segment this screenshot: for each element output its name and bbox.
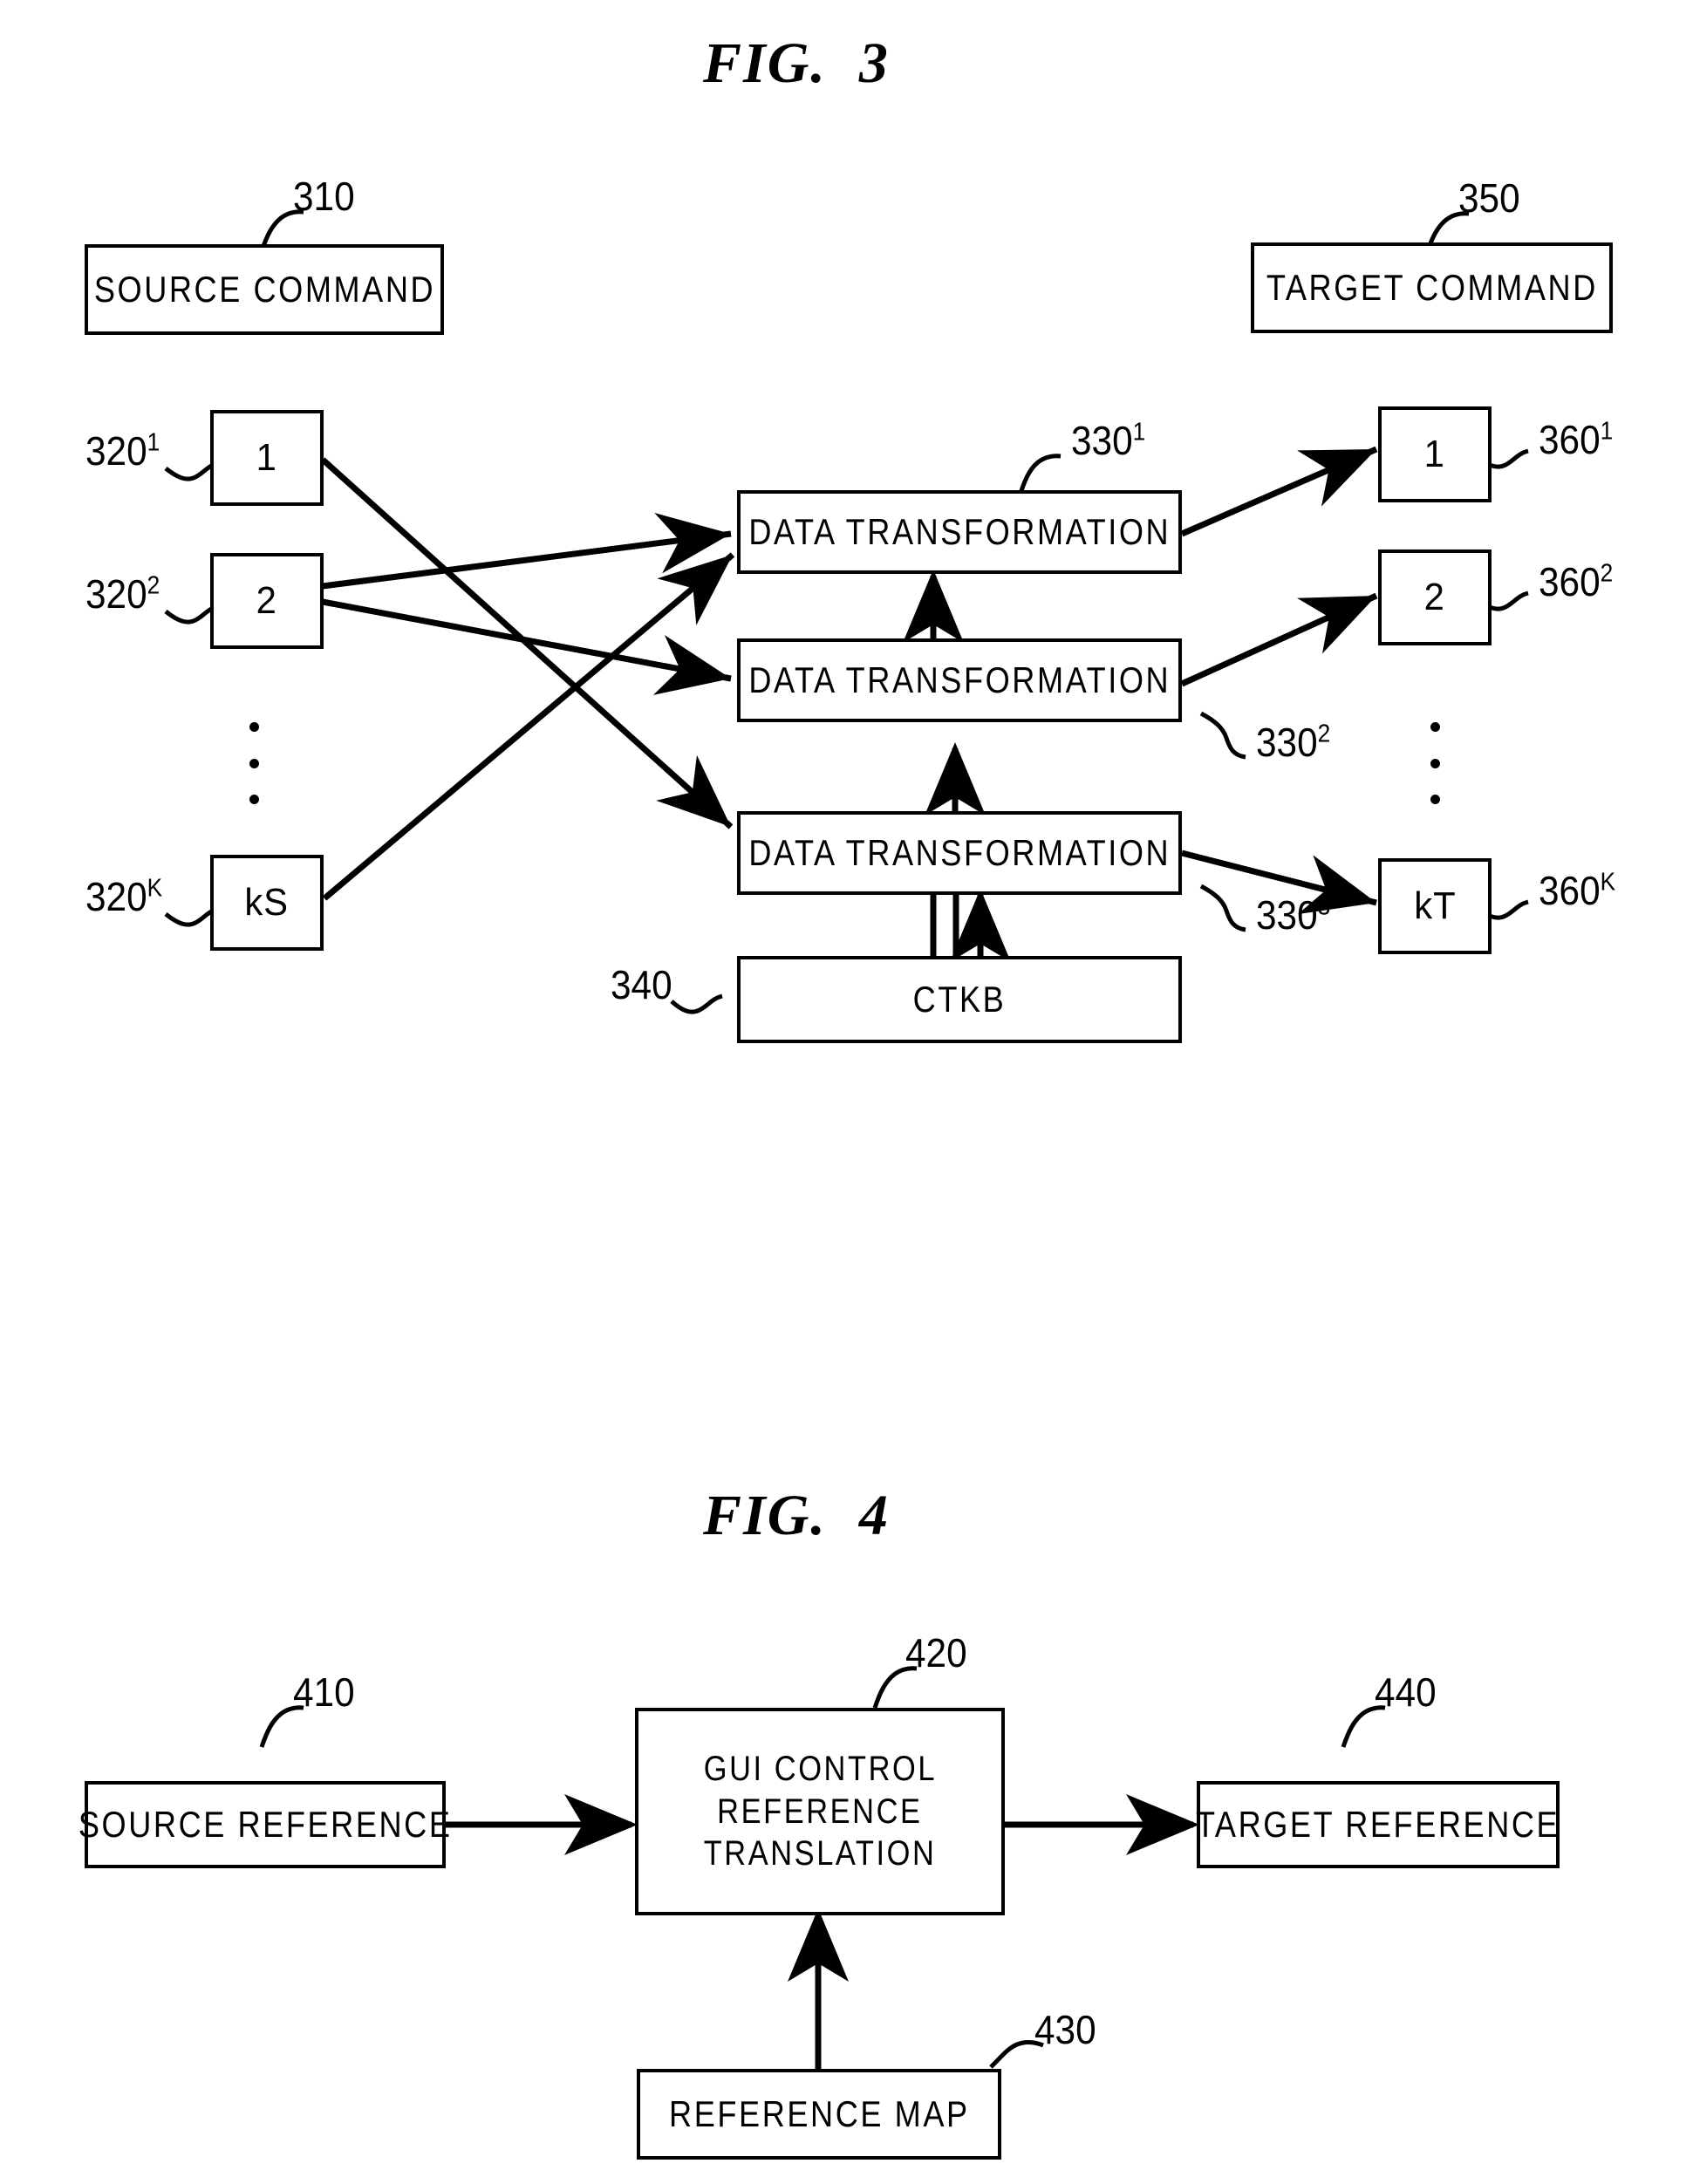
gui-control-line-1: GUI CONTROL — [703, 1749, 937, 1788]
data-transformation-3-box: DATA TRANSFORMATION — [737, 811, 1182, 895]
edge-src2-dt2 — [322, 598, 732, 695]
ref-310: 310 — [293, 174, 355, 219]
ref-340: 340 — [611, 962, 672, 1007]
data-transformation-2-box: DATA TRANSFORMATION — [737, 638, 1182, 722]
ref-420: 420 — [905, 1630, 967, 1676]
gui-control-line-3: TRANSLATION — [703, 1834, 937, 1873]
source-item-2-label: 2 — [256, 579, 278, 623]
data-transformation-1-box: DATA TRANSFORMATION — [737, 490, 1182, 574]
ref-440: 440 — [1375, 1669, 1437, 1715]
source-command-box: SOURCE COMMAND — [85, 244, 444, 335]
ref-330-2: 3302 — [1256, 720, 1331, 765]
ref-360-K: 360K — [1539, 868, 1616, 913]
source-item-2-box: 2 — [210, 553, 324, 649]
edge-dt2-tgt2 — [1180, 592, 1378, 687]
ctkb-box: CTKB — [737, 956, 1182, 1043]
figure-3-title: FIG. 3 — [703, 31, 890, 95]
leader-340 — [670, 993, 723, 1014]
target-item-k-box: kT — [1378, 858, 1492, 954]
ref-330-1: 3301 — [1071, 418, 1146, 463]
target-item-1-label: 1 — [1423, 433, 1446, 476]
ref-360-2: 3602 — [1539, 559, 1614, 604]
leader-330-3 — [1199, 884, 1246, 932]
ref-430: 430 — [1034, 2007, 1096, 2052]
target-reference-label: TARGET REFERENCE — [1196, 1804, 1560, 1846]
target-item-2-box: 2 — [1378, 549, 1492, 645]
figure-4-title: FIG. 4 — [703, 1484, 890, 1547]
ref-320-2: 3202 — [85, 571, 160, 617]
ref-360-1: 3601 — [1539, 417, 1614, 462]
edge-dt1-tgt1 — [1180, 446, 1378, 537]
reference-map-label: REFERENCE MAP — [668, 2093, 970, 2135]
edge-src2-dt1 — [322, 512, 732, 590]
target-reference-box: TARGET REFERENCE — [1196, 1781, 1560, 1868]
edge-srcK-dt1 — [322, 552, 735, 901]
gui-control-line-2: REFERENCE — [717, 1792, 923, 1831]
ref-350: 350 — [1458, 175, 1520, 221]
patent-drawing-sheet: FIG. 3 310 350 3201 3202 320K 3301 3302 … — [0, 0, 1693, 2184]
edge-src1-dt3 — [320, 457, 734, 829]
source-ellipsis — [248, 722, 260, 804]
target-ellipsis — [1429, 722, 1441, 804]
ref-330-3: 3303 — [1256, 892, 1331, 938]
source-item-k-label: kS — [244, 881, 290, 925]
ctkb-label: CTKB — [912, 979, 1007, 1020]
target-command-box: TARGET COMMAND — [1251, 242, 1613, 333]
data-transformation-1-label: DATA TRANSFORMATION — [748, 511, 1171, 553]
ref-410: 410 — [293, 1669, 355, 1715]
reference-map-box: REFERENCE MAP — [637, 2069, 1001, 2160]
source-item-1-box: 1 — [210, 410, 324, 506]
gui-control-reference-translation-box: GUI CONTROL REFERENCE TRANSLATION — [635, 1708, 1005, 1915]
source-item-1-label: 1 — [256, 436, 278, 480]
source-item-k-box: kS — [210, 855, 324, 951]
target-command-label: TARGET COMMAND — [1266, 267, 1598, 309]
data-transformation-3-label: DATA TRANSFORMATION — [748, 832, 1171, 874]
ref-320-K: 320K — [85, 874, 163, 919]
ref-320-1: 3201 — [85, 428, 160, 474]
source-command-label: SOURCE COMMAND — [93, 269, 435, 311]
target-item-1-box: 1 — [1378, 406, 1492, 502]
target-item-2-label: 2 — [1423, 576, 1446, 619]
source-reference-label: SOURCE REFERENCE — [78, 1804, 453, 1846]
data-transformation-2-label: DATA TRANSFORMATION — [748, 659, 1171, 701]
target-item-k-label: kT — [1413, 884, 1457, 928]
leader-330-2 — [1199, 711, 1246, 760]
source-reference-box: SOURCE REFERENCE — [79, 1781, 450, 1868]
